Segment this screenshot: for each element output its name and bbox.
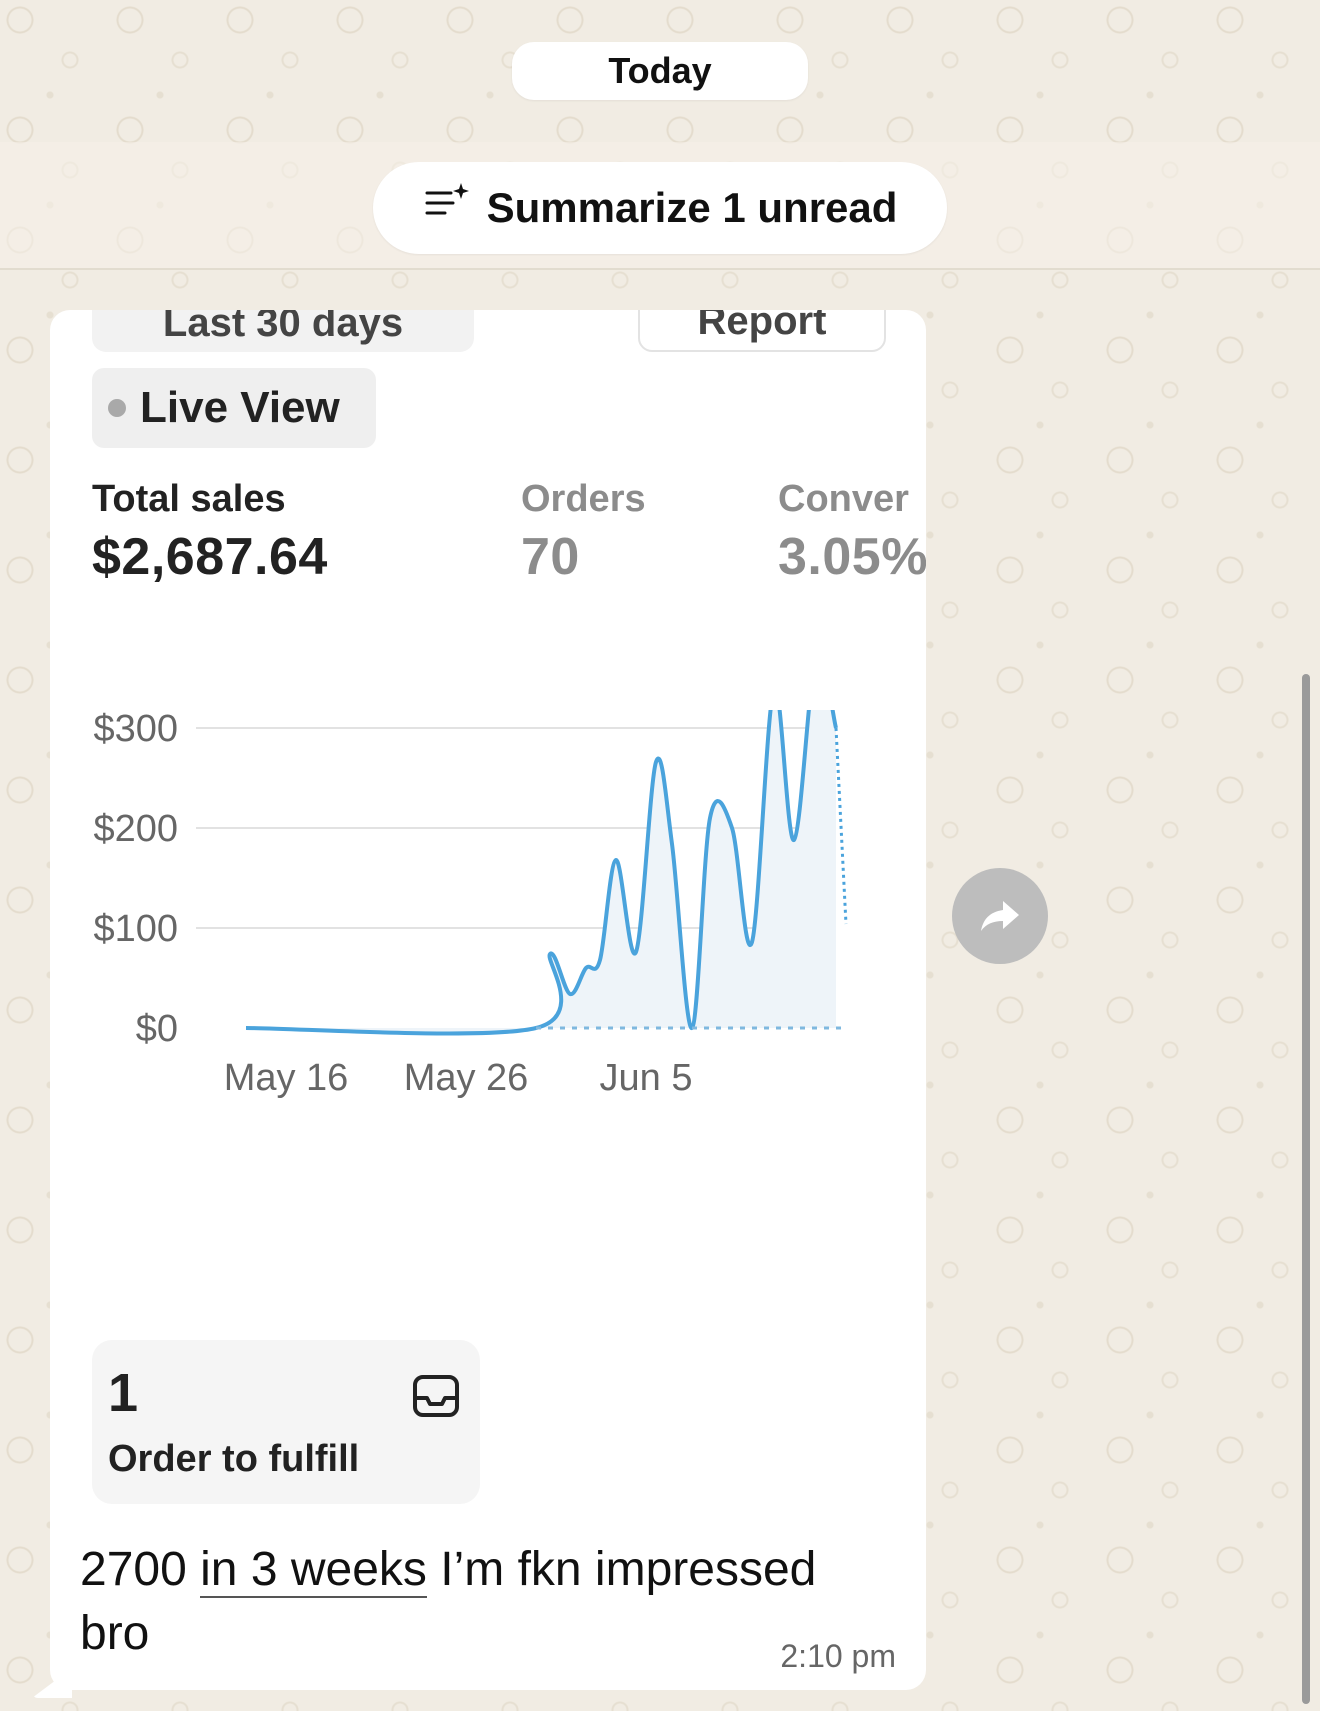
report-chip-label: Report xyxy=(697,310,827,343)
inbox-tray-icon xyxy=(413,1375,459,1417)
orders-to-fulfill-card: 1 Order to fulfill xyxy=(92,1340,480,1504)
metric-value: 3.05% xyxy=(778,528,926,586)
x-tick-label: May 26 xyxy=(404,1057,529,1099)
fulfill-label: Order to fulfill xyxy=(108,1438,360,1480)
live-view-chip: Live View xyxy=(92,368,376,448)
message-text: 2700 in 3 weeks I’m fkn impressed bro xyxy=(80,1538,880,1666)
fulfill-count: 1 xyxy=(108,1363,139,1423)
forward-button[interactable] xyxy=(952,868,1048,964)
scrollbar[interactable] xyxy=(1302,674,1310,1704)
metric-label: Total sales xyxy=(92,478,286,520)
summarize-label: Summarize 1 unread xyxy=(486,184,898,231)
live-view-label: Live View xyxy=(140,383,340,432)
y-tick-label: $0 xyxy=(136,1008,178,1050)
metric-orders: Orders 70 xyxy=(521,478,646,587)
date-range-chip-label: Last 30 days xyxy=(162,310,404,345)
metric-value: 70 xyxy=(521,528,580,586)
status-dot xyxy=(108,399,126,417)
summarize-unread-button[interactable]: Summarize 1 unread xyxy=(373,162,947,254)
series-area xyxy=(246,710,836,1034)
x-tick-label: May 16 xyxy=(224,1057,349,1099)
message-text-prefix: 2700 xyxy=(80,1543,201,1596)
series-line-projection xyxy=(834,727,848,925)
y-tick-label: $200 xyxy=(93,808,178,850)
metric-label: Orders xyxy=(521,478,646,520)
sparkle-list-icon xyxy=(423,179,471,237)
date-range-chip: Last 30 days xyxy=(92,310,474,352)
message-text-link[interactable]: in 3 weeks xyxy=(200,1543,427,1598)
x-tick-label: Jun 5 xyxy=(600,1057,693,1099)
y-tick-label: $300 xyxy=(93,710,178,750)
date-separator: Today xyxy=(512,42,808,100)
y-tick-label: $100 xyxy=(93,908,178,950)
metric-conversion: Conver 3.05% xyxy=(778,478,926,587)
sales-line-chart: $0$100$200$300$400May 16May 26Jun 5 xyxy=(93,710,848,1099)
message-bubble[interactable]: Last 30 days Report Live View Total sale… xyxy=(50,310,926,1690)
metric-total-sales: Total sales $2,687.64 xyxy=(92,478,328,587)
forward-arrow-icon xyxy=(981,901,1019,931)
report-chip: Report xyxy=(638,310,886,352)
metric-value: $2,687.64 xyxy=(92,528,328,586)
date-label: Today xyxy=(608,50,712,91)
message-timestamp: 2:10 pm xyxy=(780,1638,896,1674)
metric-label: Conver xyxy=(778,478,909,520)
